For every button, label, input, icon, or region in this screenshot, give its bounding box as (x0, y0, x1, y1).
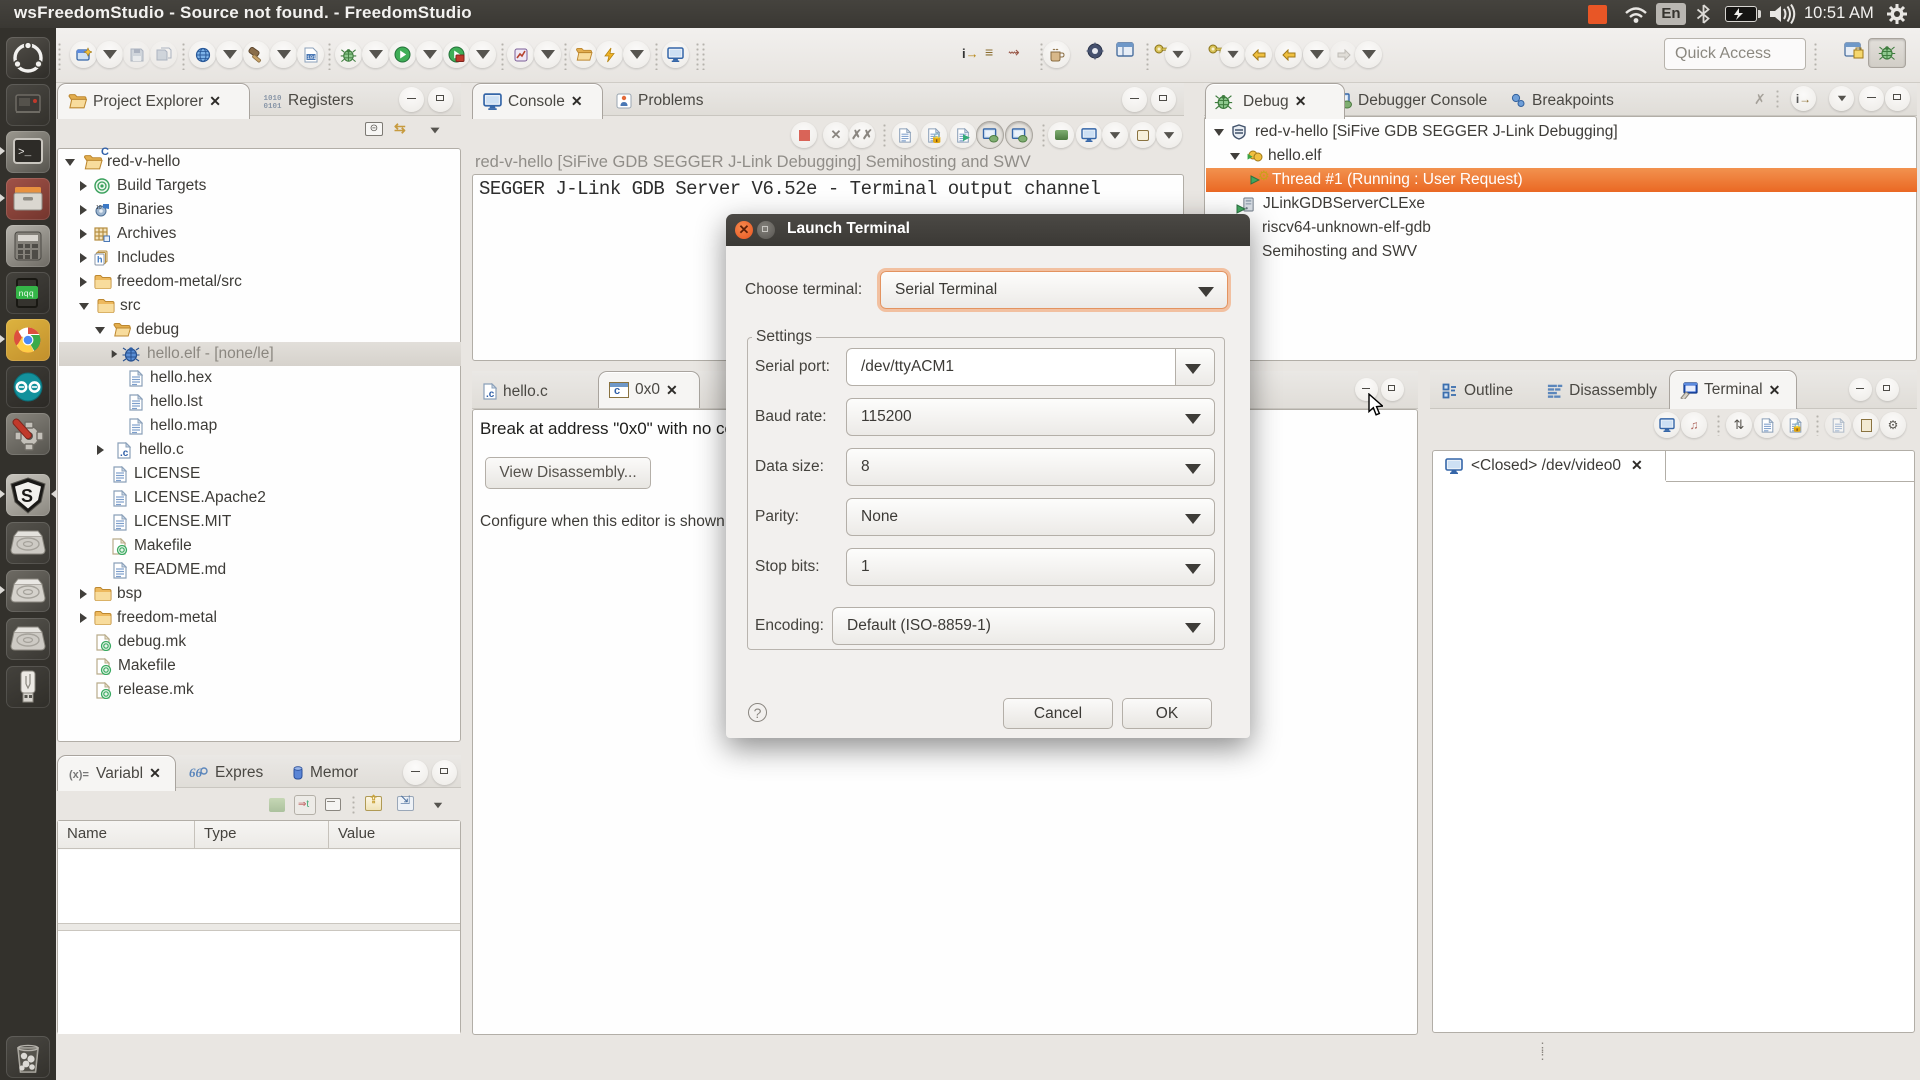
svg-text:nqq: nqq (19, 289, 34, 299)
svg-text:>_: >_ (18, 147, 32, 159)
svg-text:S: S (21, 486, 33, 506)
svg-text:101: 101 (307, 55, 316, 61)
